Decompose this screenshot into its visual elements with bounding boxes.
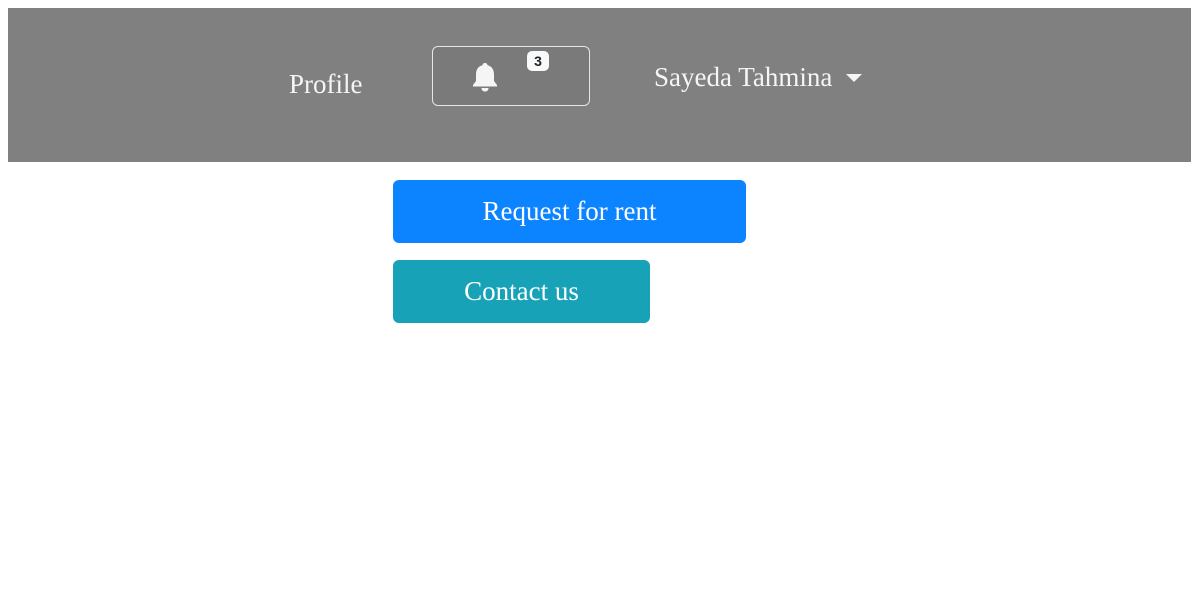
caret-down-icon — [846, 73, 863, 82]
bell-icon — [473, 63, 497, 92]
top-navbar: Profile 3 Sayeda Tahmina — [8, 8, 1191, 162]
notifications-button[interactable]: 3 — [432, 46, 590, 106]
contact-us-button[interactable]: Contact us — [393, 260, 650, 323]
profile-link[interactable]: Profile — [289, 71, 363, 98]
user-menu-dropdown[interactable]: Sayeda Tahmina — [654, 62, 863, 92]
request-for-rent-button[interactable]: Request for rent — [393, 180, 746, 243]
user-name: Sayeda Tahmina — [654, 62, 833, 92]
notification-count-badge: 3 — [527, 51, 549, 71]
